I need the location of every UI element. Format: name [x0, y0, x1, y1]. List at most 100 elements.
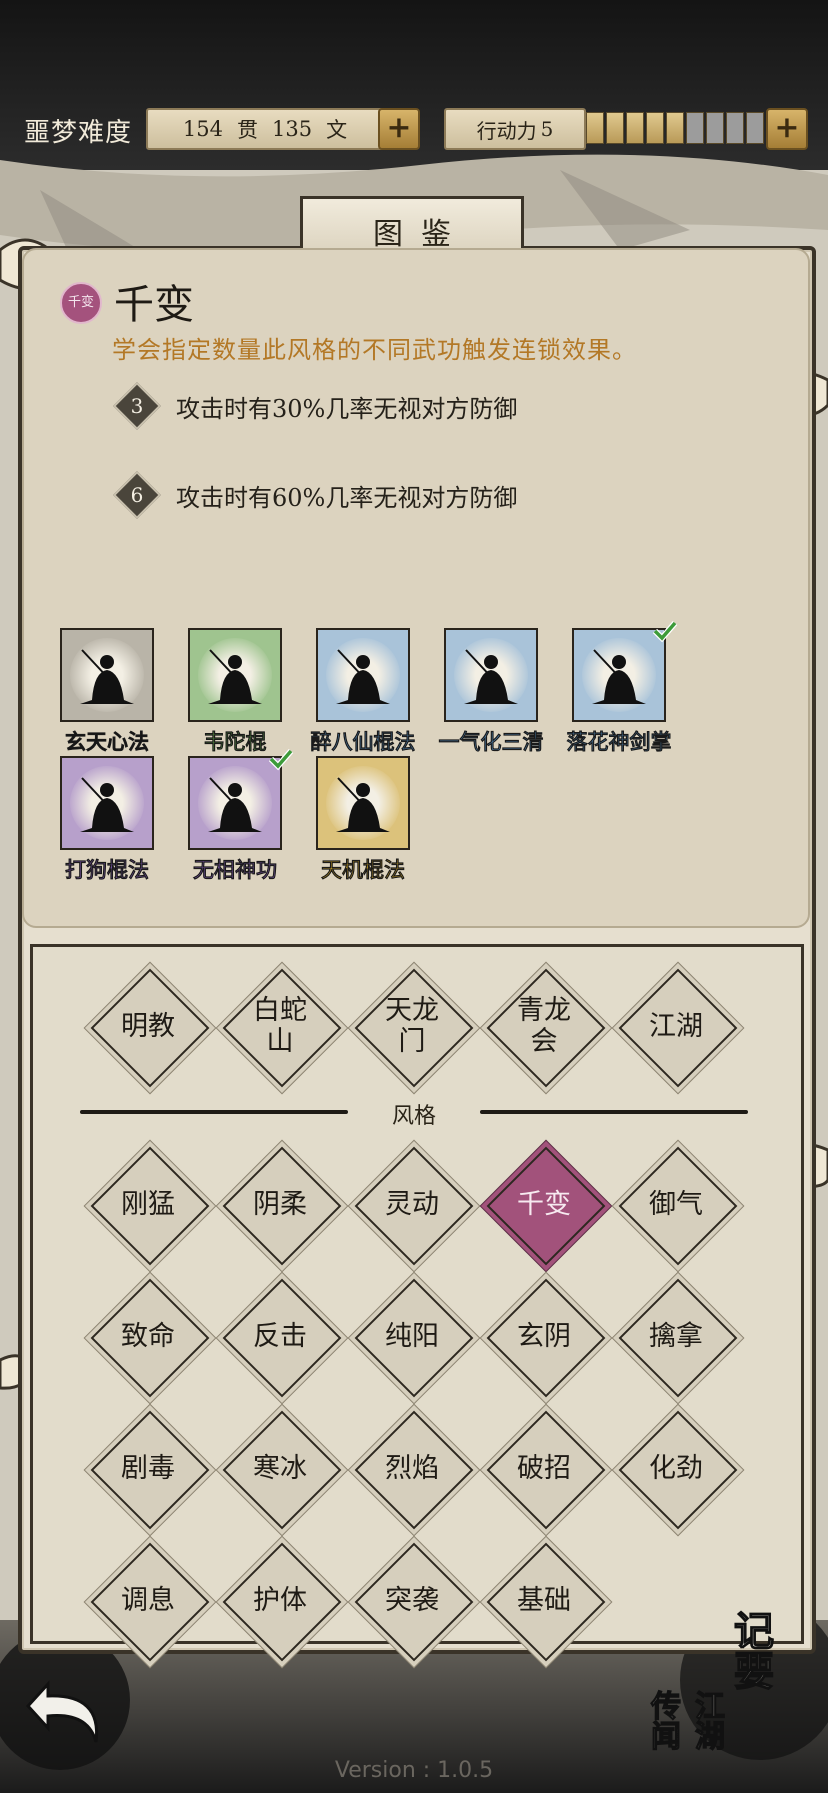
version-label: Version : 1.0.5 — [334, 1758, 494, 1783]
skill-card[interactable]: 一气化三清 — [431, 628, 551, 756]
action-point-segment — [706, 112, 724, 144]
chain-effect-1: 3 攻击时有30%几率无视对方防御 — [112, 381, 518, 431]
skill-icon — [316, 628, 410, 722]
filter-diamond-button[interactable]: 灵动 — [354, 1146, 474, 1266]
filter-label: 烈焰 — [385, 1452, 439, 1484]
filter-diamond-button[interactable]: 阴柔 — [222, 1146, 342, 1266]
skill-icon — [60, 756, 154, 850]
filter-diamond-button[interactable]: 烈焰 — [354, 1410, 474, 1530]
skill-icon — [188, 628, 282, 722]
filter-diamond-button[interactable]: 御气 — [618, 1146, 738, 1266]
effect-text: 攻击时有30%几率无视对方防御 — [176, 394, 518, 423]
skill-name: 天机棍法 — [321, 857, 405, 882]
chain-effect-2: 6 攻击时有60%几率无视对方防御 — [112, 470, 518, 520]
action-point-segment — [686, 112, 704, 144]
effect-count-badge: 6 — [112, 470, 162, 520]
skill-card[interactable]: 落花神剑掌 — [559, 621, 679, 756]
filter-label: 青龙会 — [517, 995, 571, 1057]
filter-label: 纯阳 — [385, 1320, 439, 1352]
skill-card[interactable]: 打狗棍法 — [47, 756, 167, 884]
filter-label: 反击 — [253, 1320, 307, 1352]
learned-check-icon — [652, 621, 678, 643]
wen-value: 135 — [272, 117, 313, 141]
action-point-segment — [666, 112, 684, 144]
action-point-segment — [646, 112, 664, 144]
divider-left — [80, 1110, 348, 1114]
filter-label: 明教 — [121, 1010, 175, 1042]
skill-name: 醉八仙棍法 — [310, 729, 416, 754]
top-status-bar: 噩梦难度 154 贯 135 文 + 行动力 5 + — [0, 100, 828, 156]
skill-name: 落花神剑掌 — [566, 729, 672, 754]
back-arrow-icon[interactable] — [18, 1664, 118, 1754]
action-points-display: 行动力 5 — [444, 108, 586, 150]
filter-label: 玄阴 — [517, 1320, 571, 1352]
filter-diamond-button[interactable]: 玄阴 — [486, 1278, 606, 1398]
filter-diamond-button[interactable]: 突袭 — [354, 1542, 474, 1662]
filter-label: 灵动 — [385, 1188, 439, 1220]
skill-card[interactable]: 韦陀棍 — [175, 628, 295, 756]
filter-diamond-button[interactable]: 破招 — [486, 1410, 606, 1530]
style-divider-label: 风格 — [391, 1104, 436, 1129]
currency-display: 154 贯 135 文 — [146, 108, 384, 150]
skill-icon — [60, 628, 154, 722]
filter-diamond-button[interactable]: 擒拿 — [618, 1278, 738, 1398]
action-points-label: 行动力 — [476, 118, 537, 143]
skill-icon — [188, 749, 294, 850]
add-action-points-button[interactable]: + — [766, 108, 808, 150]
style-description: 学会指定数量此风格的不同武功触发连锁效果。 — [112, 336, 637, 364]
action-points-value: 5 — [540, 117, 554, 141]
skill-icon — [572, 621, 678, 722]
filter-label: 天龙门 — [385, 995, 439, 1057]
filter-diamond-button[interactable]: 调息 — [90, 1542, 210, 1662]
filter-label: 护体 — [253, 1584, 307, 1616]
effect-text: 攻击时有60%几率无视对方防御 — [176, 483, 518, 512]
filter-diamond-button[interactable]: 纯阳 — [354, 1278, 474, 1398]
filter-label: 御气 — [649, 1188, 703, 1220]
filter-diamond-button[interactable]: 刚猛 — [90, 1146, 210, 1266]
filter-label: 江湖 — [649, 1010, 703, 1042]
skill-card[interactable]: 醉八仙棍法 — [303, 628, 423, 756]
filter-diamond-button[interactable]: 千变 — [486, 1146, 606, 1266]
skill-name: 打狗棍法 — [65, 857, 149, 882]
skill-name: 无相神功 — [193, 857, 277, 882]
filter-label: 千变 — [517, 1188, 571, 1220]
filter-label: 阴柔 — [253, 1188, 307, 1220]
filter-diamond-button[interactable]: 青龙会 — [486, 968, 606, 1088]
filter-diamond-button[interactable]: 化劲 — [618, 1410, 738, 1530]
divider-right — [480, 1110, 748, 1114]
filter-label: 调息 — [121, 1584, 175, 1616]
difficulty-label: 噩梦难度 — [24, 118, 133, 148]
filter-diamond-button[interactable]: 剧毒 — [90, 1410, 210, 1530]
filter-label: 刚猛 — [121, 1188, 175, 1220]
filter-label: 化劲 — [649, 1452, 703, 1484]
filter-label: 破招 — [517, 1452, 571, 1484]
filter-diamond-button[interactable]: 致命 — [90, 1278, 210, 1398]
skill-card[interactable]: 无相神功 — [175, 749, 295, 884]
filter-label: 基础 — [517, 1584, 571, 1616]
action-point-segment — [586, 112, 604, 144]
effect-count-badge: 3 — [112, 381, 162, 431]
filter-diamond-button[interactable]: 基础 — [486, 1542, 606, 1662]
filter-diamond-button[interactable]: 护体 — [222, 1542, 342, 1662]
filter-label: 突袭 — [385, 1584, 439, 1616]
add-currency-button[interactable]: + — [378, 108, 420, 150]
filter-label: 擒拿 — [649, 1320, 703, 1352]
filter-diamond-button[interactable]: 反击 — [222, 1278, 342, 1398]
filter-diamond-button[interactable]: 白蛇山 — [222, 968, 342, 1088]
skill-icon — [316, 756, 410, 850]
filter-label: 寒冰 — [253, 1452, 307, 1484]
skill-card[interactable]: 天机棍法 — [303, 756, 423, 884]
guan-unit: 贯 — [237, 118, 258, 142]
filter-diamond-button[interactable]: 天龙门 — [354, 968, 474, 1088]
style-name: 千变 — [114, 282, 194, 328]
filter-diamond-button[interactable]: 寒冰 — [222, 1410, 342, 1530]
skill-name: 一气化三清 — [438, 729, 544, 754]
skill-name: 玄天心法 — [65, 729, 149, 754]
action-point-segment — [606, 112, 624, 144]
filter-diamond-button[interactable]: 明教 — [90, 968, 210, 1088]
filter-label: 白蛇山 — [253, 995, 307, 1057]
skill-icon — [444, 628, 538, 722]
learned-check-icon — [268, 749, 294, 771]
skill-card[interactable]: 玄天心法 — [47, 628, 167, 756]
filter-diamond-button[interactable]: 江湖 — [618, 968, 738, 1088]
